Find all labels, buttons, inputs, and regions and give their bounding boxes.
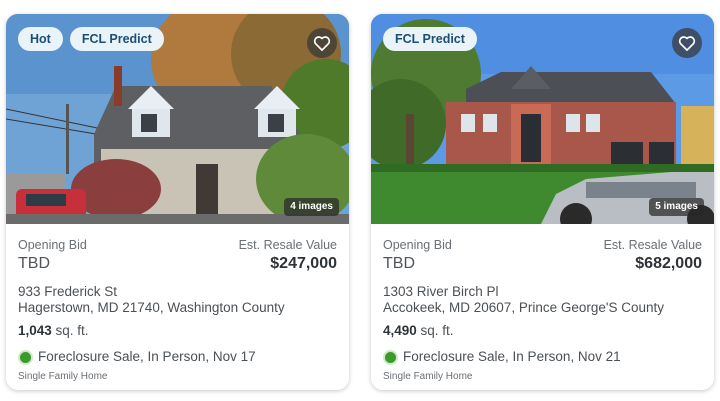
sale-status: Foreclosure Sale, In Person, Nov 17: [18, 349, 337, 365]
sqft-value: 4,490: [383, 323, 417, 338]
address-line-2: Hagerstown, MD 21740, Washington County: [18, 300, 285, 315]
sqft-unit: sq. ft.: [416, 323, 454, 338]
opening-bid-label: Opening Bid: [18, 238, 87, 252]
address-line-2: Accokeek, MD 20607, Prince George'S Coun…: [383, 300, 664, 315]
resale-value-label: Est. Resale Value: [603, 238, 702, 252]
opening-bid-label: Opening Bid: [383, 238, 452, 252]
image-count-badge: 5 images: [649, 198, 704, 216]
square-footage: 4,490 sq. ft.: [383, 323, 702, 339]
opening-bid-value: TBD: [18, 255, 50, 272]
property-type: Single Family Home: [18, 371, 108, 382]
badge-group: Hot FCL Predict: [18, 27, 164, 51]
sqft-unit: sq. ft.: [51, 323, 89, 338]
listing-info: Opening Bid Est. Resale Value TBD $247,0…: [6, 224, 349, 383]
address-line-1: 933 Frederick St: [18, 284, 118, 299]
listing-photo[interactable]: FCL Predict 5 images: [371, 14, 714, 224]
favorite-button[interactable]: [307, 28, 337, 58]
listing-photo[interactable]: Hot FCL Predict 4 images: [6, 14, 349, 224]
resale-value: $247,000: [270, 255, 337, 272]
status-dot-icon: [18, 349, 33, 365]
sale-info: Foreclosure Sale, In Person, Nov 21: [403, 349, 621, 364]
badge-fcl-predict: FCL Predict: [69, 27, 164, 51]
listing-info: Opening Bid Est. Resale Value TBD $682,0…: [371, 224, 714, 383]
sqft-value: 1,043: [18, 323, 52, 338]
property-type: Single Family Home: [383, 371, 473, 382]
resale-value: $682,000: [635, 255, 702, 272]
badge-group: FCL Predict: [383, 27, 477, 51]
sale-status: Foreclosure Sale, In Person, Nov 21: [383, 349, 702, 365]
opening-bid-value: TBD: [383, 255, 415, 272]
badge-fcl-predict: FCL Predict: [383, 27, 477, 51]
address-line-1: 1303 River Birch Pl: [383, 284, 499, 299]
listing-card[interactable]: Hot FCL Predict 4 images Opening Bid Est…: [6, 14, 349, 390]
resale-value-label: Est. Resale Value: [238, 238, 337, 252]
status-dot-icon: [383, 349, 398, 365]
badge-hot: Hot: [18, 27, 63, 51]
square-footage: 1,043 sq. ft.: [18, 323, 337, 339]
image-count-badge: 4 images: [284, 198, 339, 216]
favorite-button[interactable]: [672, 28, 702, 58]
heart-outline-icon: [678, 36, 696, 51]
sale-info: Foreclosure Sale, In Person, Nov 17: [38, 349, 256, 364]
heart-outline-icon: [313, 36, 331, 51]
listing-card[interactable]: FCL Predict 5 images Opening Bid Est. Re…: [371, 14, 714, 390]
